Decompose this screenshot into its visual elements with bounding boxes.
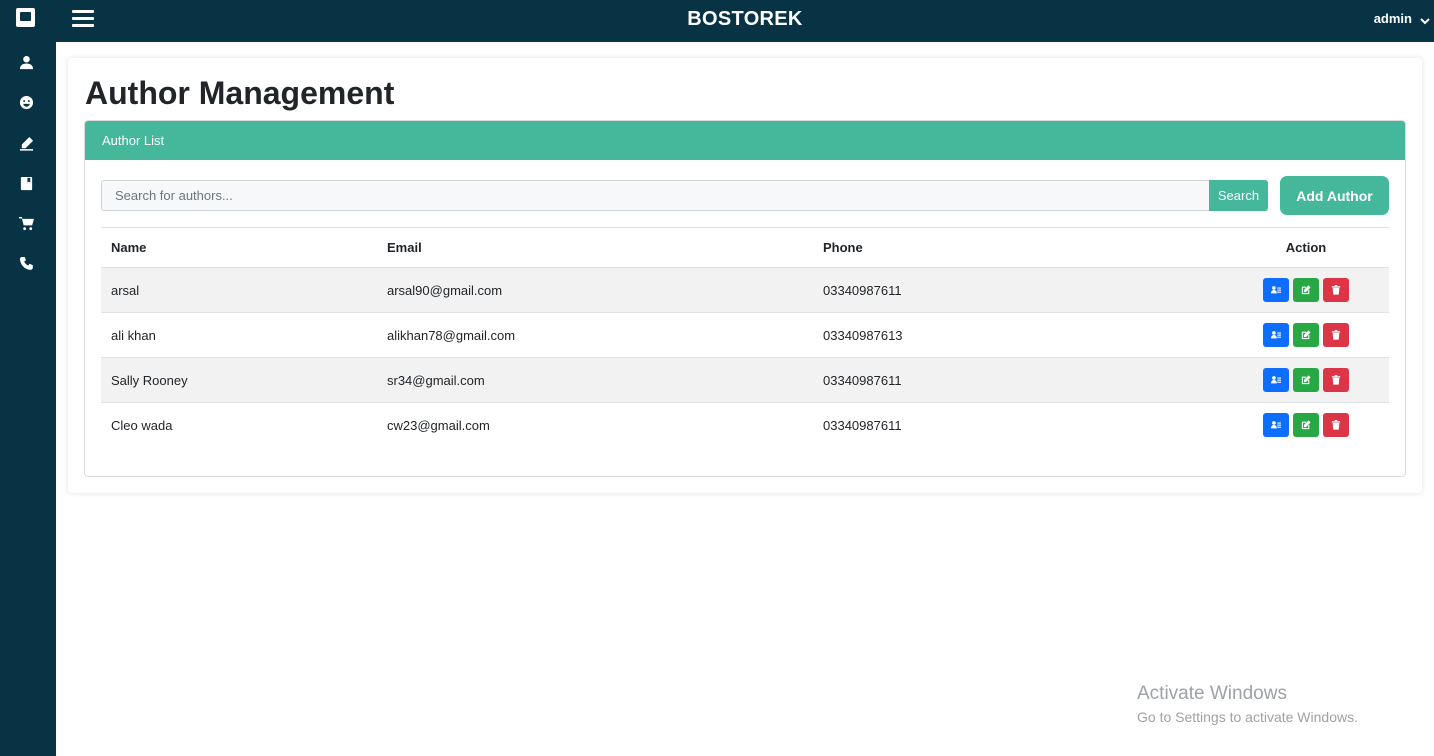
main-card: Author Management Author List Search Add… [68,58,1422,493]
author-phone: 03340987611 [813,267,1213,313]
edit-author-button[interactable] [1293,323,1319,347]
delete-author-button[interactable] [1323,368,1349,392]
author-email: sr34@gmail.com [377,357,813,403]
delete-author-button[interactable] [1323,278,1349,302]
edit-author-button[interactable] [1293,368,1319,392]
table-row: Sally Rooney sr34@gmail.com 03340987611 [101,357,1389,403]
book-logo-icon[interactable] [16,8,35,27]
table-header-row: Name Email Phone Action [101,227,1389,268]
chevron-down-icon [1420,14,1430,24]
column-header-name: Name [101,227,377,268]
row-actions [1213,403,1389,448]
search-input[interactable] [101,180,1209,211]
author-email: alikhan78@gmail.com [377,312,813,358]
edit-author-button[interactable] [1293,278,1319,302]
author-phone: 03340987611 [813,357,1213,403]
book-icon[interactable] [17,174,35,192]
author-email: arsal90@gmail.com [377,267,813,313]
watermark-title: Activate Windows [1137,683,1287,704]
view-author-button[interactable] [1263,278,1289,302]
author-name: ali khan [101,312,377,358]
activate-windows-watermark: Activate Windows Go to Settings to activ… [1137,683,1358,725]
panel-header: Author List [85,121,1405,160]
author-name: Cleo wada [111,417,173,433]
row-actions [1213,357,1389,403]
author-phone: 03340987613 [813,312,1213,358]
author-name: Sally Rooney [101,357,377,403]
page-title: Author Management [85,75,395,111]
search-group: Search [101,180,1268,211]
author-list-panel: Author List Search Add Author Name Email… [84,120,1406,477]
row-actions [1213,312,1389,358]
cart-icon[interactable] [17,214,35,232]
table-row: ali khan alikhan78@gmail.com 03340987613 [101,312,1389,358]
delete-author-button[interactable] [1323,323,1349,347]
view-author-button[interactable] [1263,323,1289,347]
sidebar [0,0,56,756]
delete-author-button[interactable] [1323,413,1349,438]
author-email: cw23@gmail.com [387,417,490,433]
table-row: Cleo wada cw23@gmail.com 03340987611 [101,403,1389,448]
author-phone: 03340987611 [823,417,902,433]
table-row: arsal arsal90@gmail.com 03340987611 [101,267,1389,313]
add-author-button[interactable]: Add Author [1280,176,1389,215]
author-name: arsal [101,267,377,313]
user-dropdown[interactable]: admin [1374,11,1430,26]
phone-icon[interactable] [17,254,35,272]
column-header-phone: Phone [813,227,1213,268]
edit-author-button[interactable] [1293,413,1319,438]
row-actions [1213,267,1389,313]
brand-title: BOSTOREK [687,8,803,30]
search-button[interactable]: Search [1209,180,1268,211]
column-header-action: Action [1213,227,1389,268]
watermark-subtitle: Go to Settings to activate Windows. [1137,709,1358,725]
top-navbar: BOSTOREK admin [56,0,1434,42]
column-header-email: Email [377,227,813,268]
view-author-button[interactable] [1263,368,1289,392]
authors-table: Name Email Phone Action arsal arsal90@gm… [101,227,1389,448]
smile-icon[interactable] [17,93,35,111]
view-author-button[interactable] [1263,413,1289,438]
user-name: admin [1373,11,1412,26]
pen-icon[interactable] [17,134,35,152]
user-icon[interactable] [17,53,35,71]
